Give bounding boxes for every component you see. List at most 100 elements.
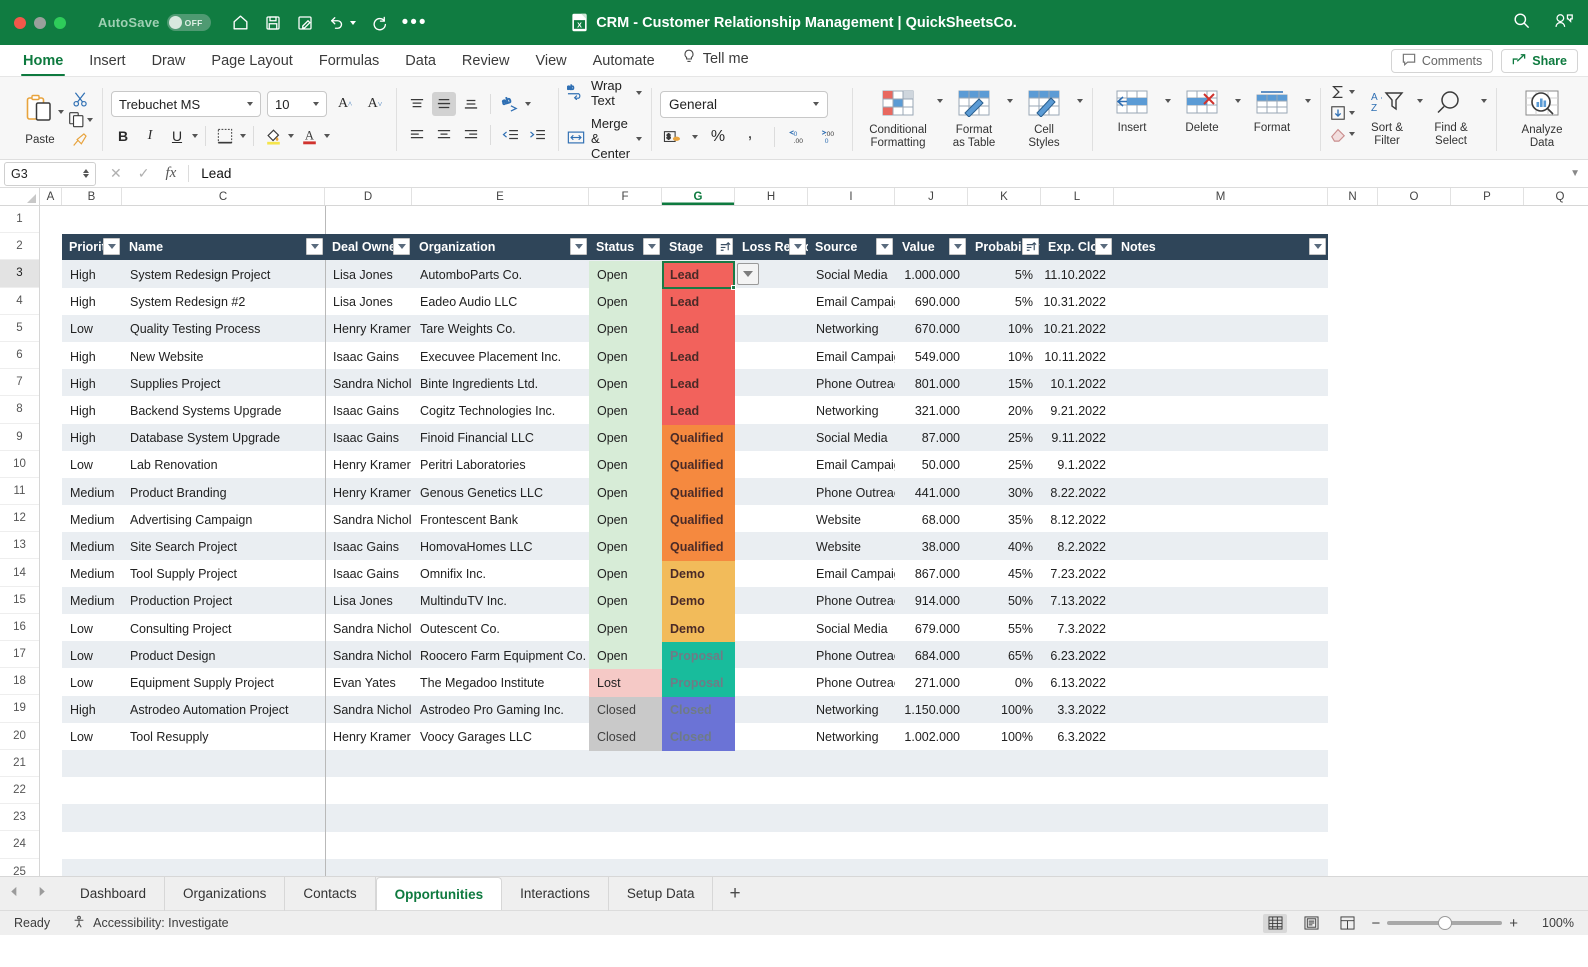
column-header-Q[interactable]: Q	[1524, 188, 1588, 205]
delete-cells-button[interactable]: Delete	[1171, 87, 1233, 135]
cell-source[interactable]: Phone Outreach	[808, 588, 895, 615]
sheet-tab-setup-data[interactable]: Setup Data	[609, 876, 714, 911]
cell-org[interactable]: Tare Weights Co.	[412, 316, 589, 343]
increase-font-size-button[interactable]: A ^	[333, 92, 357, 116]
font-color-caret-icon[interactable]	[324, 134, 330, 138]
row-header-10[interactable]: 10	[0, 451, 39, 478]
cell-prob[interactable]: 25%	[968, 452, 1041, 479]
cell-owner[interactable]: Henry Kramer	[325, 316, 412, 343]
cell-priority[interactable]: High	[62, 425, 122, 452]
cell-status[interactable]: Open	[589, 370, 662, 398]
cell-owner[interactable]: Isaac Gains	[325, 397, 412, 424]
cell-org[interactable]: Outescent Co.	[412, 615, 589, 642]
table-header-loss-reason[interactable]: Loss Reason	[735, 234, 808, 260]
cell-org[interactable]: AutomboParts Co.	[412, 261, 589, 288]
fill-button[interactable]	[1329, 105, 1356, 121]
cell-status[interactable]: Lost	[589, 669, 662, 697]
cell-stage[interactable]: Closed	[662, 696, 735, 724]
cell-notes[interactable]	[1114, 724, 1328, 751]
table-row[interactable]: Medium Product Branding Henry Kramer Genous…	[62, 479, 1328, 507]
wrap-text-caret-icon[interactable]	[636, 91, 643, 95]
cell-loss[interactable]	[735, 452, 808, 479]
cell-owner[interactable]: Henry Kramer	[325, 452, 412, 479]
accounting-caret-icon[interactable]	[692, 134, 699, 139]
cell-close[interactable]: 7.13.2022	[1041, 588, 1114, 615]
cell-org[interactable]: Binte Ingredients Ltd.	[412, 370, 589, 397]
bold-button[interactable]: B	[111, 124, 135, 148]
cell-notes[interactable]	[1114, 452, 1328, 479]
table-header-stage[interactable]: Stage	[662, 234, 735, 260]
tab-data[interactable]: Data	[392, 50, 449, 76]
cell-prob[interactable]: 0%	[968, 669, 1041, 696]
cell-loss[interactable]	[735, 588, 808, 615]
cell-name[interactable]: New Website	[122, 343, 325, 370]
zoom-track[interactable]	[1387, 916, 1503, 930]
cell-priority[interactable]: Medium	[62, 561, 122, 588]
autosave-control[interactable]: AutoSave OFF	[98, 14, 211, 31]
row-header-3[interactable]: 3	[0, 260, 39, 288]
cell-notes[interactable]	[1114, 561, 1328, 588]
cell-status[interactable]: Open	[589, 424, 662, 452]
align-top-button[interactable]	[405, 92, 429, 116]
cell-notes[interactable]	[1114, 289, 1328, 316]
cell-source[interactable]: Networking	[808, 697, 895, 724]
cell-name[interactable]: Quality Testing Process	[122, 316, 325, 343]
cell-close[interactable]: 10.31.2022	[1041, 289, 1114, 316]
cancel-entry-icon[interactable]: ✕	[110, 165, 122, 182]
cell-notes[interactable]	[1114, 316, 1328, 343]
row-header-7[interactable]: 7	[0, 369, 39, 397]
row-header-8[interactable]: 8	[0, 396, 39, 424]
cell-notes[interactable]	[1114, 697, 1328, 724]
column-header-B[interactable]: B	[62, 188, 122, 205]
row-header-column[interactable]: 1 2 3 4 5 6 7 8 9 10 11 12 13 14 15 16 17 18 19 20 21 22 23 24 2…	[0, 206, 40, 876]
cell-notes[interactable]	[1114, 642, 1328, 669]
cell-stage[interactable]: Lead	[662, 315, 735, 343]
filter-dropdown-icon[interactable]	[643, 238, 660, 256]
cell-priority[interactable]: High	[62, 289, 122, 316]
tab-page-layout[interactable]: Page Layout	[198, 50, 305, 76]
cell-owner[interactable]: Sandra Nichols	[325, 370, 412, 397]
minimize-window-button[interactable]	[34, 16, 46, 29]
cell-owner[interactable]: Sandra Nichols	[325, 506, 412, 533]
cell-value[interactable]: 321.000	[895, 397, 968, 424]
row-header-13[interactable]: 13	[0, 532, 39, 560]
cell-name[interactable]: System Redesign Project	[122, 261, 325, 288]
table-row[interactable]: Medium Tool Supply Project Isaac Gains Omni…	[62, 560, 1328, 588]
row-header-12[interactable]: 12	[0, 505, 39, 533]
table-row[interactable]: Medium Site Search Project Isaac Gains Homo…	[62, 533, 1328, 561]
tell-me-search[interactable]: Tell me	[668, 46, 759, 76]
zoom-in-button[interactable]: +	[1509, 915, 1518, 932]
paste-caret-icon[interactable]	[58, 109, 64, 114]
table-header-exp-close[interactable]: Exp. Close	[1041, 234, 1114, 260]
tab-review[interactable]: Review	[449, 50, 523, 76]
cell-name[interactable]: Product Branding	[122, 479, 325, 506]
cell-status[interactable]: Open	[589, 288, 662, 316]
cell-prob[interactable]: 100%	[968, 724, 1041, 751]
cell-priority[interactable]: Medium	[62, 588, 122, 615]
cell-name[interactable]: Equipment Supply Project	[122, 669, 325, 696]
row-header-17[interactable]: 17	[0, 641, 39, 669]
cell-status[interactable]: Open	[589, 642, 662, 670]
column-header-C[interactable]: C	[122, 188, 325, 205]
align-middle-button[interactable]	[432, 92, 456, 116]
cell-value[interactable]: 1.002.000	[895, 724, 968, 751]
copy-caret-icon[interactable]	[87, 117, 93, 122]
cell-value[interactable]: 50.000	[895, 452, 968, 479]
close-window-button[interactable]	[14, 16, 26, 29]
ribbon-tab-strip[interactable]: Home Insert Draw Page Layout Formulas Da…	[0, 45, 1588, 77]
cell-priority[interactable]: Low	[62, 452, 122, 479]
cell-status[interactable]: Open	[589, 397, 662, 425]
table-row[interactable]: High Astrodeo Automation Project Sandra Ni…	[62, 696, 1328, 724]
cell-prob[interactable]: 5%	[968, 289, 1041, 316]
cell-org[interactable]: Roocero Farm Equipment Co.	[412, 642, 589, 669]
cell-owner[interactable]: Sandra Nichols	[325, 615, 412, 642]
table-header-deal-owner[interactable]: Deal Owner	[325, 234, 412, 260]
cell-loss[interactable]	[735, 343, 808, 370]
cell-notes[interactable]	[1114, 506, 1328, 533]
percent-format-button[interactable]: %	[706, 125, 730, 149]
share-button[interactable]: Share	[1501, 49, 1578, 73]
cell-owner[interactable]: Lisa Jones	[325, 588, 412, 615]
orientation-button[interactable]: ab	[498, 92, 522, 116]
cell-org[interactable]: MultinduTV Inc.	[412, 588, 589, 615]
sheet-tab-opportunities[interactable]: Opportunities	[375, 877, 503, 910]
